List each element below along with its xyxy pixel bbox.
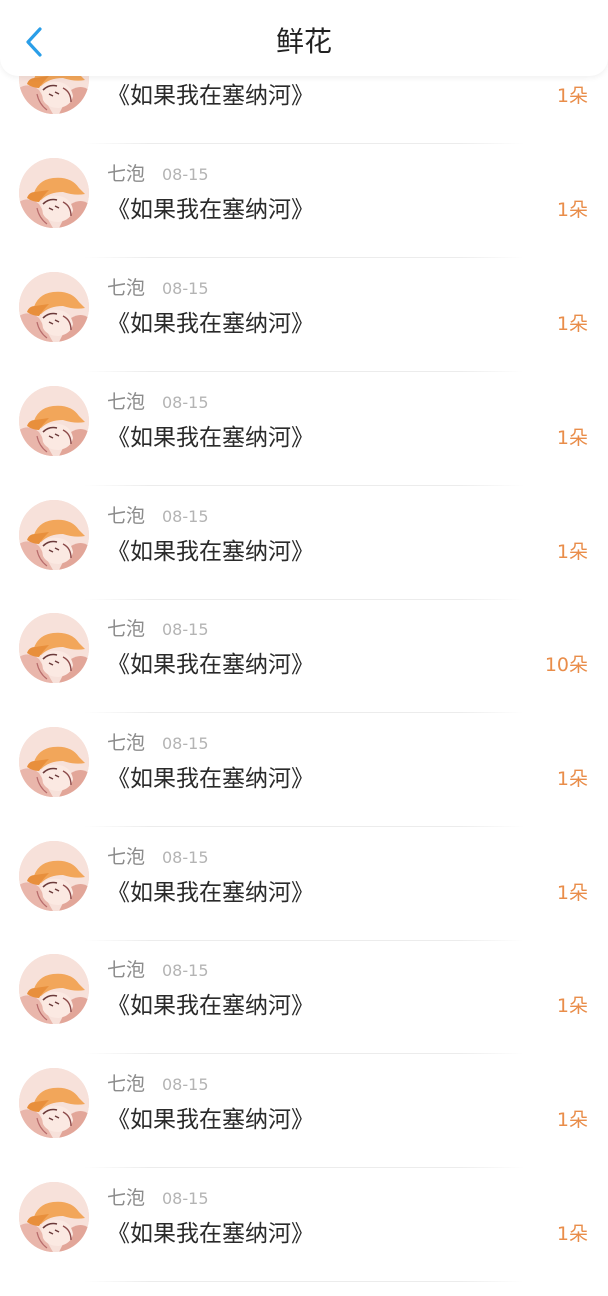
top-bar: 鲜花: [0, 0, 608, 76]
avatar-image: [19, 727, 89, 797]
avatar-image: [19, 1182, 89, 1252]
date-label: 08-15: [162, 848, 209, 867]
avatar[interactable]: [19, 1068, 89, 1138]
avatar[interactable]: [19, 500, 89, 570]
divider: [84, 1167, 524, 1168]
user-name: 七泡: [107, 1073, 146, 1095]
flower-count: 1朵: [556, 882, 588, 904]
avatar[interactable]: [19, 613, 89, 683]
date-label: 08-15: [162, 1075, 209, 1094]
list-item[interactable]: 七泡 08-15 《如果我在塞纳河》 1朵: [0, 158, 608, 272]
date-label: 08-15: [162, 165, 209, 184]
user-name: 七泡: [107, 391, 146, 413]
flower-count: 1朵: [556, 427, 588, 449]
avatar-image: [19, 841, 89, 911]
flower-count: 1朵: [556, 199, 588, 221]
divider: [84, 940, 524, 941]
avatar-image: [19, 386, 89, 456]
list-item[interactable]: 七泡 08-15 《如果我在塞纳河》 1朵: [0, 386, 608, 500]
date-label: 08-15: [162, 961, 209, 980]
flower-count: 1朵: [556, 768, 588, 790]
work-title: 《如果我在塞纳河》: [107, 539, 314, 565]
avatar[interactable]: [19, 386, 89, 456]
date-label: 08-15: [162, 393, 209, 412]
date-label: 08-15: [162, 620, 209, 639]
work-title: 《如果我在塞纳河》: [107, 311, 314, 337]
divider: [84, 143, 524, 144]
flower-count: 1朵: [556, 85, 588, 107]
list-item[interactable]: 七泡 08-15 《如果我在塞纳河》 1朵: [0, 500, 608, 614]
list-item[interactable]: 七泡 08-15 《如果我在塞纳河》 1朵: [0, 954, 608, 1068]
avatar-image: [19, 954, 89, 1024]
user-name: 七泡: [107, 163, 146, 185]
date-label: 08-15: [162, 507, 209, 526]
user-name: 七泡: [107, 505, 146, 527]
divider: [84, 826, 524, 827]
work-title: 《如果我在塞纳河》: [107, 425, 314, 451]
avatar-image: [19, 613, 89, 683]
avatar-image: [19, 158, 89, 228]
date-label: 08-15: [162, 734, 209, 753]
user-name: 七泡: [107, 618, 146, 640]
work-title: 《如果我在塞纳河》: [107, 766, 314, 792]
flower-count: 10朵: [544, 654, 588, 676]
divider: [84, 599, 524, 600]
flower-count: 1朵: [556, 313, 588, 335]
flower-count: 1朵: [556, 1223, 588, 1245]
work-title: 《如果我在塞纳河》: [107, 83, 314, 109]
work-title: 《如果我在塞纳河》: [107, 652, 314, 678]
avatar[interactable]: [19, 954, 89, 1024]
date-label: 08-15: [162, 279, 209, 298]
divider: [84, 1281, 524, 1282]
user-name: 七泡: [107, 732, 146, 754]
avatar-image: [19, 500, 89, 570]
list-item[interactable]: 七泡 08-15 《如果我在塞纳河》 1朵: [0, 1068, 608, 1182]
divider: [84, 371, 524, 372]
flower-count: 1朵: [556, 995, 588, 1017]
page-title: 鲜花: [275, 25, 332, 58]
list-item[interactable]: 七泡 08-15 《如果我在塞纳河》 1朵: [0, 1182, 608, 1296]
work-title: 《如果我在塞纳河》: [107, 1107, 314, 1133]
avatar[interactable]: [19, 272, 89, 342]
divider: [84, 712, 524, 713]
user-name: 七泡: [107, 846, 146, 868]
flower-count: 1朵: [556, 1109, 588, 1131]
list-item[interactable]: 七泡 08-15 《如果我在塞纳河》 1朵: [0, 841, 608, 955]
list-item[interactable]: 七泡 08-15 《如果我在塞纳河》 10朵: [0, 613, 608, 727]
work-title: 《如果我在塞纳河》: [107, 197, 314, 223]
avatar[interactable]: [19, 158, 89, 228]
user-name: 七泡: [107, 277, 146, 299]
work-title: 《如果我在塞纳河》: [107, 1221, 314, 1247]
avatar-image: [19, 1068, 89, 1138]
avatar-image: [19, 272, 89, 342]
user-name: 七泡: [107, 1187, 146, 1209]
divider: [84, 257, 524, 258]
work-title: 《如果我在塞纳河》: [107, 880, 314, 906]
work-title: 《如果我在塞纳河》: [107, 993, 314, 1019]
list-item[interactable]: 七泡 08-15 《如果我在塞纳河》 1朵: [0, 272, 608, 386]
divider: [84, 1053, 524, 1054]
user-name: 七泡: [107, 959, 146, 981]
flower-count: 1朵: [556, 541, 588, 563]
divider: [84, 485, 524, 486]
list-item[interactable]: 七泡 08-15 《如果我在塞纳河》 1朵: [0, 727, 608, 841]
avatar[interactable]: [19, 1182, 89, 1252]
avatar[interactable]: [19, 841, 89, 911]
avatar[interactable]: [19, 727, 89, 797]
date-label: 08-15: [162, 1189, 209, 1208]
